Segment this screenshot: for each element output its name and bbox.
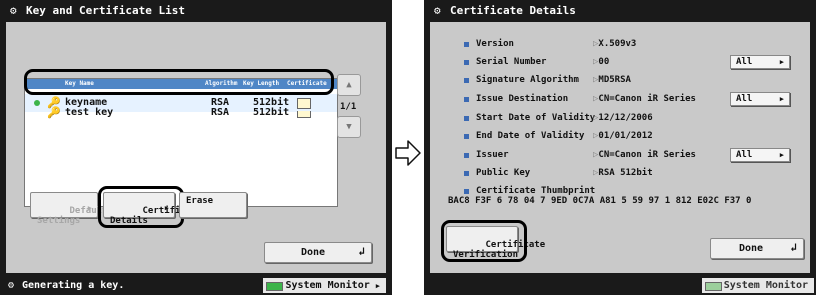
key-icon: 🔑 [47, 106, 61, 119]
key-algorithm: RSA [211, 107, 230, 118]
detail-row-public-key: Public Key ▷RSA 512bit [464, 167, 653, 179]
field-value: ▷CN=Canon iR Series [593, 94, 696, 104]
selection-highlight [24, 69, 334, 95]
field-label: Certificate Thumbprint [476, 186, 596, 196]
detail-row-version: Version ▷X.509v3 [464, 38, 636, 50]
system-monitor-icon [704, 282, 722, 291]
all-label: All [736, 57, 753, 67]
done-button[interactable]: Done ↲ [710, 238, 804, 259]
detail-row-end-date: End Date of Validity ▷01/01/2012 [464, 130, 653, 142]
scroll-up-button[interactable]: ▲ [337, 74, 361, 96]
bullet-icon [464, 42, 469, 47]
button-highlight [98, 186, 184, 228]
field-label: Serial Number [476, 57, 547, 67]
transition-arrow-icon [395, 140, 421, 166]
content-area: Key Name Algorithm Key Length Certificat… [6, 22, 386, 273]
arrow-right-icon: ▶ [87, 204, 92, 212]
field-value-text: 12/12/2006 [598, 113, 653, 123]
bullet-icon [464, 60, 469, 65]
list-item[interactable]: 🔑 test key RSA 512bit [25, 106, 337, 128]
arrow-right-icon: ▶ [779, 58, 784, 66]
enter-icon: ↲ [790, 241, 797, 254]
bullet-icon [464, 78, 469, 83]
field-value: ▷X.509v3 [593, 39, 637, 49]
key-certificate-list-screen: ⚙ Key and Certificate List Key Name Algor… [0, 0, 392, 295]
certificate-icon [297, 111, 311, 118]
field-label: Public Key [476, 168, 531, 178]
key-name: test key [65, 107, 114, 118]
done-label: Done [301, 247, 326, 258]
system-monitor-label: System Monitor [723, 280, 808, 291]
field-label: Issue Destination [476, 94, 569, 104]
detail-row-start-date: Start Date of Validity ▷12/12/2006 [464, 112, 653, 124]
detail-row-issuer: Issuer ▷CN=Canon iR Series [464, 149, 696, 161]
issuer-all-button[interactable]: All ▶ [730, 148, 790, 162]
button-highlight [441, 220, 527, 262]
field-label: Version [476, 39, 514, 49]
key-length: 512bit [253, 107, 290, 118]
field-label: End Date of Validity [476, 131, 585, 141]
title-bar: ⚙ Certificate Details [424, 0, 816, 22]
done-label: Done [739, 243, 764, 254]
arrow-right-icon: ▶ [779, 95, 784, 103]
scroll-down-button[interactable]: ▼ [337, 116, 361, 138]
title-bar: ⚙ Key and Certificate List [0, 0, 392, 22]
bullet-icon [464, 171, 469, 176]
field-label: Issuer [476, 150, 509, 160]
field-value: ▷12/12/2006 [593, 113, 653, 123]
field-value: ▷RSA 512bit [593, 168, 653, 178]
field-value-text: X.509v3 [598, 39, 637, 49]
default-key-settings-button[interactable]: Default Key Settings▶ [30, 192, 129, 226]
serial-number-all-button[interactable]: All ▶ [730, 55, 790, 69]
bullet-icon [464, 134, 469, 139]
field-value: ▷00 [593, 57, 610, 67]
done-button[interactable]: Done ↲ [264, 242, 372, 263]
system-monitor-button[interactable]: System Monitor [701, 278, 814, 293]
default-key-indicator-icon [34, 100, 40, 106]
field-value-text: MD5RSA [598, 75, 631, 85]
detail-row-signature-algorithm: Signature Algorithm ▷MD5RSA [464, 74, 631, 86]
gear-icon: ⚙ [8, 280, 15, 291]
field-value: ▷MD5RSA [593, 75, 631, 85]
page-indicator: 1/1 [340, 102, 357, 112]
field-value-text: CN=Canon iR Series [598, 150, 696, 160]
gear-icon: ⚙ [10, 4, 17, 17]
system-monitor-button[interactable]: System Monitor ▶ [263, 278, 386, 293]
field-label: Start Date of Validity [476, 113, 596, 123]
detail-row-serial-number: Serial Number ▷00 [464, 56, 609, 68]
status-bar: System Monitor [424, 276, 816, 295]
system-monitor-icon [266, 282, 284, 291]
field-value-text: RSA 512bit [598, 168, 653, 178]
erase-label: Erase [186, 196, 214, 206]
all-label: All [736, 150, 753, 160]
system-monitor-label: System Monitor [285, 280, 370, 291]
enter-icon: ↲ [358, 245, 365, 258]
thumbprint-value: BAC8 F3F 6 78 04 7 9ED 0C7A A81 5 59 97 … [448, 196, 752, 206]
status-bar: ⚙ Generating a key. System Monitor ▶ [0, 276, 392, 295]
bullet-icon [464, 153, 469, 158]
issue-destination-all-button[interactable]: All ▶ [730, 92, 790, 106]
bullet-icon [464, 189, 469, 194]
bullet-icon [464, 97, 469, 102]
bullet-icon [464, 116, 469, 121]
page-title: Certificate Details [450, 4, 576, 17]
erase-button[interactable]: Erase [179, 192, 247, 218]
field-value-text: 01/01/2012 [598, 131, 653, 141]
field-value-text: 00 [598, 57, 610, 67]
certificate-details-screen: ⚙ Certificate Details Version ▷X.509v3 Ser… [424, 0, 816, 295]
page-title: Key and Certificate List [26, 4, 185, 17]
certificate-icon [297, 98, 311, 109]
field-value-text: CN=Canon iR Series [598, 94, 696, 104]
status-message: Generating a key. [22, 280, 125, 291]
field-value: ▷CN=Canon iR Series [593, 150, 696, 160]
all-label: All [736, 94, 753, 104]
arrow-right-icon: ▶ [779, 151, 784, 159]
gear-icon: ⚙ [434, 4, 441, 17]
field-value: ▷01/01/2012 [593, 131, 653, 141]
field-label: Signature Algorithm [476, 75, 579, 85]
detail-row-issue-destination: Issue Destination ▷CN=Canon iR Series [464, 93, 696, 105]
content-area: Version ▷X.509v3 Serial Number ▷00 All ▶ Si… [430, 22, 810, 273]
